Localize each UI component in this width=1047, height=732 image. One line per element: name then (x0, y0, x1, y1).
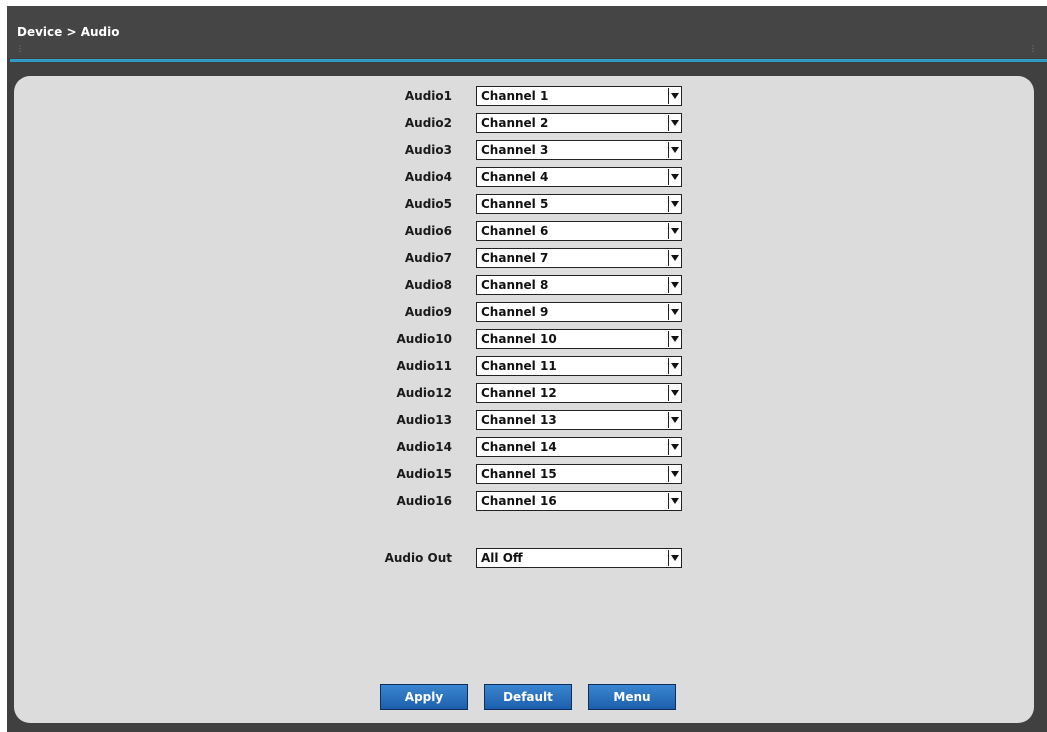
audio-row: Audio9 Channel 9 (14, 302, 1034, 324)
default-button[interactable]: Default (484, 684, 572, 710)
chevron-down-icon[interactable] (668, 304, 680, 320)
audio-row: Audio6 Channel 6 (14, 221, 1034, 243)
audio-channel-label: Audio10 (396, 332, 452, 346)
audio-channel-select[interactable]: Channel 11 (476, 356, 682, 376)
audio-channel-label: Audio16 (396, 494, 452, 508)
audio-channel-label: Audio9 (404, 305, 452, 319)
audio-channel-select[interactable]: Channel 6 (476, 221, 682, 241)
breadcrumb: Device > Audio (17, 25, 120, 39)
chevron-down-icon[interactable] (668, 169, 680, 185)
chevron-down-icon[interactable] (668, 250, 680, 266)
audio-channel-select[interactable]: Channel 14 (476, 437, 682, 457)
apply-button[interactable]: Apply (380, 684, 468, 710)
audio-out-label: Audio Out (384, 551, 452, 565)
settings-panel: Audio1 Channel 1 Audio2 Channel 2 Audio3 Chan… (14, 76, 1034, 723)
audio-channel-select[interactable]: Channel 4 (476, 167, 682, 187)
audio-channel-value: Channel 16 (481, 494, 557, 508)
audio-channel-label: Audio4 (404, 170, 452, 184)
audio-row: Audio13 Channel 13 (14, 410, 1034, 432)
audio-channel-value: Channel 11 (481, 359, 557, 373)
audio-row: Audio7 Channel 7 (14, 248, 1034, 270)
audio-channel-label: Audio13 (396, 413, 452, 427)
audio-channel-select[interactable]: Channel 16 (476, 491, 682, 511)
audio-channel-value: Channel 8 (481, 278, 549, 292)
chevron-down-icon[interactable] (668, 223, 680, 239)
chevron-down-icon[interactable] (668, 331, 680, 347)
header-accent-line (10, 59, 1047, 62)
audio-channel-value: Channel 9 (481, 305, 549, 319)
audio-channel-value: Channel 15 (481, 467, 557, 481)
audio-row: Audio8 Channel 8 (14, 275, 1034, 297)
audio-row: Audio4 Channel 4 (14, 167, 1034, 189)
audio-channel-label: Audio15 (396, 467, 452, 481)
audio-channel-select[interactable]: Channel 15 (476, 464, 682, 484)
audio-row: Audio12 Channel 12 (14, 383, 1034, 405)
audio-channel-value: Channel 4 (481, 170, 549, 184)
audio-out-value: All Off (481, 551, 523, 565)
audio-row: Audio3 Channel 3 (14, 140, 1034, 162)
app-window: Device > Audio ⋮ ⋮ Audio1 Channel 1 Audio2… (7, 6, 1047, 732)
audio-out-select[interactable]: All Off (476, 548, 682, 568)
audio-channel-label: Audio12 (396, 386, 452, 400)
chevron-down-icon[interactable] (668, 196, 680, 212)
audio-channel-select[interactable]: Channel 13 (476, 410, 682, 430)
audio-channel-value: Channel 3 (481, 143, 549, 157)
audio-row: Audio5 Channel 5 (14, 194, 1034, 216)
chevron-down-icon[interactable] (668, 277, 680, 293)
audio-row: Audio16 Channel 16 (14, 491, 1034, 513)
chevron-down-icon[interactable] (668, 550, 680, 566)
audio-row: Audio14 Channel 14 (14, 437, 1034, 459)
resize-grip-icon: ⋮ (1029, 44, 1038, 53)
audio-channel-label: Audio11 (396, 359, 452, 373)
chevron-down-icon[interactable] (668, 385, 680, 401)
audio-row: Audio1 Channel 1 (14, 86, 1034, 108)
audio-channel-value: Channel 2 (481, 116, 549, 130)
audio-channel-select[interactable]: Channel 8 (476, 275, 682, 295)
chevron-down-icon[interactable] (668, 466, 680, 482)
audio-row: Audio11 Channel 11 (14, 356, 1034, 378)
audio-channel-select[interactable]: Channel 9 (476, 302, 682, 322)
audio-channel-value: Channel 5 (481, 197, 549, 211)
audio-channel-select[interactable]: Channel 7 (476, 248, 682, 268)
chevron-down-icon[interactable] (668, 115, 680, 131)
audio-channel-select[interactable]: Channel 2 (476, 113, 682, 133)
audio-channel-select[interactable]: Channel 10 (476, 329, 682, 349)
audio-channel-label: Audio3 (404, 143, 452, 157)
chevron-down-icon[interactable] (668, 88, 680, 104)
chevron-down-icon[interactable] (668, 358, 680, 374)
audio-channel-value: Channel 10 (481, 332, 557, 346)
audio-channel-value: Channel 14 (481, 440, 557, 454)
header-bar: Device > Audio ⋮ ⋮ (7, 6, 1047, 58)
audio-channel-label: Audio2 (404, 116, 452, 130)
chevron-down-icon[interactable] (668, 412, 680, 428)
chevron-down-icon[interactable] (668, 439, 680, 455)
audio-channel-label: Audio6 (404, 224, 452, 238)
audio-channel-select[interactable]: Channel 12 (476, 383, 682, 403)
audio-channel-label: Audio1 (404, 89, 452, 103)
audio-channel-value: Channel 7 (481, 251, 549, 265)
chevron-down-icon[interactable] (668, 142, 680, 158)
audio-channel-value: Channel 1 (481, 89, 549, 103)
resize-grip-icon: ⋮ (16, 44, 25, 53)
audio-channel-label: Audio8 (404, 278, 452, 292)
audio-row: Audio15 Channel 15 (14, 464, 1034, 486)
audio-channel-label: Audio5 (404, 197, 452, 211)
audio-channel-label: Audio14 (396, 440, 452, 454)
audio-row: Audio2 Channel 2 (14, 113, 1034, 135)
audio-out-row: Audio Out All Off (14, 548, 1034, 570)
audio-row: Audio10 Channel 10 (14, 329, 1034, 351)
menu-button[interactable]: Menu (588, 684, 676, 710)
audio-channel-value: Channel 13 (481, 413, 557, 427)
audio-channel-select[interactable]: Channel 3 (476, 140, 682, 160)
audio-channel-value: Channel 6 (481, 224, 549, 238)
audio-channel-value: Channel 12 (481, 386, 557, 400)
audio-channel-select[interactable]: Channel 1 (476, 86, 682, 106)
audio-channel-select[interactable]: Channel 5 (476, 194, 682, 214)
audio-channel-label: Audio7 (404, 251, 452, 265)
chevron-down-icon[interactable] (668, 493, 680, 509)
